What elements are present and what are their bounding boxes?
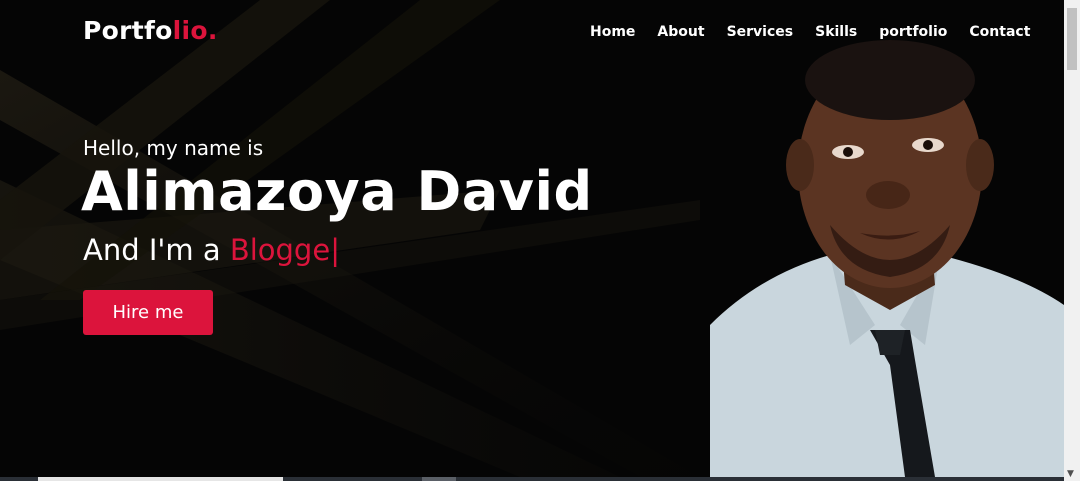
profile-photo xyxy=(700,25,1064,477)
hero-role: And I'm a Blogge| xyxy=(83,233,340,267)
page: Portfolio. Home About Services Skills po… xyxy=(0,0,1080,481)
hero-role-typed: Blogge xyxy=(229,233,331,267)
typing-cursor: | xyxy=(330,233,340,267)
hero-role-prefix: And I'm a xyxy=(83,233,230,267)
brand-logo-main: Portfo xyxy=(83,16,173,45)
main-nav: Home About Services Skills portfolio Con… xyxy=(590,24,1052,40)
vertical-scroll-thumb[interactable] xyxy=(1067,8,1077,70)
scroll-down-arrow-icon[interactable]: ▼ xyxy=(1067,469,1074,479)
hire-me-button[interactable]: Hire me xyxy=(83,290,213,335)
brand-logo[interactable]: Portfolio. xyxy=(83,16,218,45)
vertical-scrollbar[interactable]: ▼ xyxy=(1064,0,1080,481)
nav-item-skills[interactable]: Skills xyxy=(815,24,857,40)
brand-logo-accent: lio. xyxy=(172,16,218,45)
horizontal-scroll-thumb[interactable] xyxy=(38,477,283,481)
nav-item-about[interactable]: About xyxy=(657,24,704,40)
nav-item-services[interactable]: Services xyxy=(727,24,794,40)
hero-greeting: Hello, my name is xyxy=(83,136,264,160)
horizontal-scroll-segment xyxy=(422,477,456,481)
nav-item-home[interactable]: Home xyxy=(590,24,635,40)
horizontal-scrollbar[interactable] xyxy=(0,477,1064,481)
nav-item-portfolio[interactable]: portfolio xyxy=(879,24,947,40)
hero-name: Alimazoya David xyxy=(81,160,593,223)
nav-item-contact[interactable]: Contact xyxy=(969,24,1030,40)
